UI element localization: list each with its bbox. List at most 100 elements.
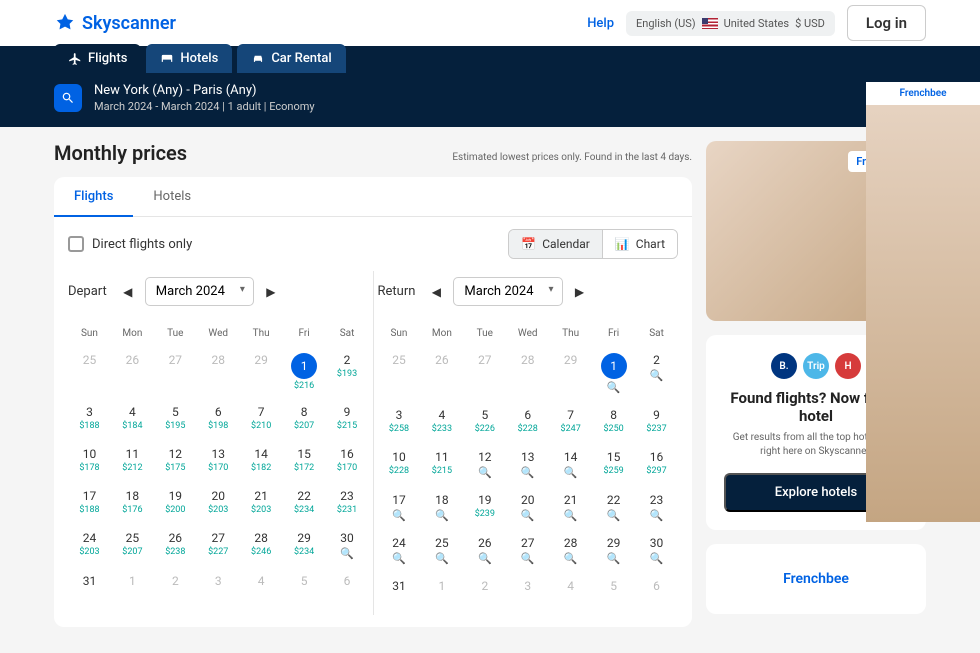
- calendar-day[interactable]: 22$234: [283, 483, 326, 525]
- calendar-day[interactable]: 29$234: [283, 525, 326, 568]
- tab-car[interactable]: Car Rental: [237, 44, 345, 73]
- calendar-day[interactable]: 15$259: [592, 444, 635, 487]
- view-chart[interactable]: 📊Chart: [603, 230, 677, 258]
- calendar-day[interactable]: 23🔍: [635, 487, 678, 530]
- depart-next[interactable]: ▶: [262, 283, 280, 301]
- calendar-day[interactable]: 5$195: [154, 399, 197, 441]
- calendar-day[interactable]: 19$200: [154, 483, 197, 525]
- help-link[interactable]: Help: [587, 16, 614, 31]
- calendar-day[interactable]: 24$203: [68, 525, 111, 568]
- calendar-day[interactable]: 18$176: [111, 483, 154, 525]
- search-icon: 🔍: [549, 466, 592, 479]
- calendar-day[interactable]: 7$247: [549, 402, 592, 444]
- calendar-day[interactable]: 5$226: [463, 402, 506, 444]
- search-icon: 🔍: [549, 552, 592, 565]
- direct-flights-checkbox[interactable]: Direct flights only: [68, 236, 192, 252]
- price: $182: [240, 463, 283, 473]
- calendar-day[interactable]: 17🔍: [378, 487, 421, 530]
- view-calendar[interactable]: 📅Calendar: [509, 230, 603, 258]
- price: $259: [592, 466, 635, 476]
- calendar-day[interactable]: 30🔍: [326, 525, 369, 568]
- calendar-day[interactable]: 26🔍: [463, 530, 506, 573]
- calendar-day[interactable]: 10$178: [68, 441, 111, 483]
- return-month-select[interactable]: March 2024: [453, 277, 562, 306]
- search-icon: 🔍: [326, 547, 369, 560]
- calendar-day[interactable]: 9$215: [326, 399, 369, 441]
- calendar-day[interactable]: 26$238: [154, 525, 197, 568]
- checkbox-icon: [68, 236, 84, 252]
- calendar-day[interactable]: 3$188: [68, 399, 111, 441]
- calendar-day[interactable]: 1🔍: [592, 347, 635, 402]
- calendar-day[interactable]: 28$246: [240, 525, 283, 568]
- calendar-day[interactable]: 6$198: [197, 399, 240, 441]
- calendar-day[interactable]: 12$175: [154, 441, 197, 483]
- page-title: Monthly prices: [54, 141, 187, 165]
- return-prev[interactable]: ◀: [427, 283, 445, 301]
- search-button[interactable]: [54, 84, 82, 112]
- chart-icon: 📊: [615, 237, 630, 251]
- calendar-day[interactable]: 12🔍: [463, 444, 506, 487]
- search-icon: 🔍: [378, 509, 421, 522]
- calendar-day[interactable]: 21$203: [240, 483, 283, 525]
- calendar-day[interactable]: 13🔍: [506, 444, 549, 487]
- calendar-day[interactable]: 25$207: [111, 525, 154, 568]
- calendar-day[interactable]: 25🔍: [420, 530, 463, 573]
- subtab-hotels[interactable]: Hotels: [133, 177, 211, 216]
- login-button[interactable]: Log in: [847, 5, 926, 41]
- tab-hotels[interactable]: Hotels: [146, 44, 232, 73]
- calendar-day[interactable]: 23$231: [326, 483, 369, 525]
- calendar-day[interactable]: 14$182: [240, 441, 283, 483]
- calendar-day[interactable]: 11$215: [420, 444, 463, 487]
- calendar-day[interactable]: 30🔍: [635, 530, 678, 573]
- price: $258: [378, 424, 421, 434]
- calendar-day[interactable]: 10$228: [378, 444, 421, 487]
- calendar-day[interactable]: 18🔍: [420, 487, 463, 530]
- calendar-day[interactable]: 31: [68, 568, 111, 610]
- return-next[interactable]: ▶: [571, 283, 589, 301]
- day-of-week: Sun: [68, 320, 111, 347]
- calendar-day[interactable]: 8$250: [592, 402, 635, 444]
- logo[interactable]: Skyscanner: [54, 12, 176, 34]
- calendar-day[interactable]: 14🔍: [549, 444, 592, 487]
- ad-banner-bottom[interactable]: Frenchbee: [706, 544, 926, 614]
- calendar-day[interactable]: 16$297: [635, 444, 678, 487]
- calendar-day[interactable]: 13$170: [197, 441, 240, 483]
- calendar-day[interactable]: 1$216: [283, 347, 326, 399]
- day-of-week: Sun: [378, 320, 421, 347]
- calendar-day[interactable]: 4$184: [111, 399, 154, 441]
- calendar-day[interactable]: 29🔍: [592, 530, 635, 573]
- calendar-day[interactable]: 17$188: [68, 483, 111, 525]
- calendar-day[interactable]: 22🔍: [592, 487, 635, 530]
- subtab-flights[interactable]: Flights: [54, 177, 133, 216]
- calendar-day: 26: [111, 347, 154, 399]
- calendar-day[interactable]: 8$207: [283, 399, 326, 441]
- depart-prev[interactable]: ◀: [119, 283, 137, 301]
- calendar-day[interactable]: 20$203: [197, 483, 240, 525]
- calendar-day[interactable]: 16$170: [326, 441, 369, 483]
- calendar-day[interactable]: 27$227: [197, 525, 240, 568]
- tab-flights[interactable]: Flights: [54, 44, 141, 73]
- calendar-day[interactable]: 24🔍: [378, 530, 421, 573]
- calendar-day[interactable]: 3$258: [378, 402, 421, 444]
- price: $228: [506, 424, 549, 434]
- calendar-day[interactable]: 4$233: [420, 402, 463, 444]
- calendar-day[interactable]: 11$212: [111, 441, 154, 483]
- side-ad[interactable]: Frenchbee: [866, 82, 980, 522]
- calendar-day[interactable]: 9$237: [635, 402, 678, 444]
- calendar-day[interactable]: 2🔍: [635, 347, 678, 402]
- price: $188: [68, 421, 111, 431]
- depart-month-select[interactable]: March 2024: [145, 277, 254, 306]
- calendar-day[interactable]: 2$193: [326, 347, 369, 399]
- calendar-day[interactable]: 31: [378, 573, 421, 615]
- price: $216: [283, 381, 326, 391]
- calendar-day[interactable]: 6$228: [506, 402, 549, 444]
- calendar-day[interactable]: 19$239: [463, 487, 506, 530]
- locale-selector[interactable]: English (US)United States$ USD: [626, 11, 835, 36]
- calendar-day[interactable]: 7$210: [240, 399, 283, 441]
- calendar-day: 28: [506, 347, 549, 402]
- calendar-day[interactable]: 20🔍: [506, 487, 549, 530]
- calendar-day[interactable]: 28🔍: [549, 530, 592, 573]
- calendar-day[interactable]: 27🔍: [506, 530, 549, 573]
- calendar-day[interactable]: 15$172: [283, 441, 326, 483]
- calendar-day[interactable]: 21🔍: [549, 487, 592, 530]
